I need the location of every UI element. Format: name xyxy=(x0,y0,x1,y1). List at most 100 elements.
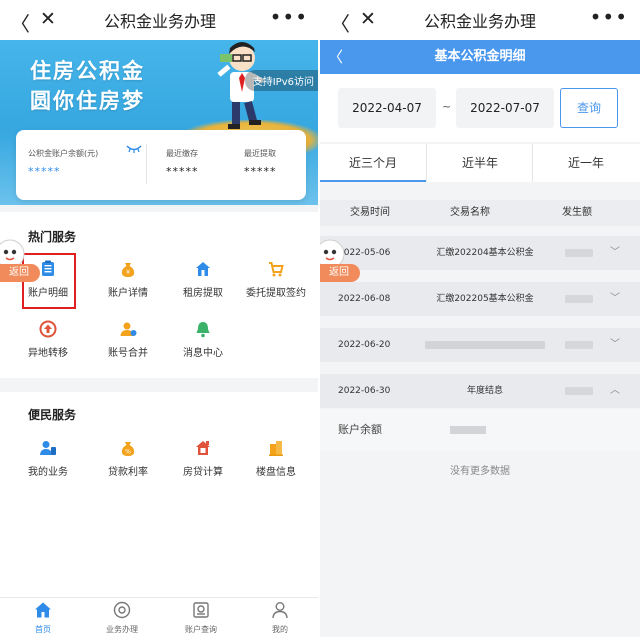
user-merge-icon xyxy=(120,322,137,336)
transfer-icon xyxy=(39,320,57,338)
convenience-title: 便民服务 xyxy=(28,408,77,422)
row-date: 2022-06-08 xyxy=(338,294,391,304)
row-date: 2022-06-20 xyxy=(338,340,391,350)
row-name-blurred xyxy=(415,328,555,362)
percent-bag-icon: % xyxy=(121,442,135,456)
tab-home[interactable]: 首页 xyxy=(3,601,83,635)
tab-label: 账户查询 xyxy=(185,625,217,634)
service-account-info[interactable]: ¥ 账户详情 xyxy=(88,260,168,299)
more-icon[interactable]: ••• xyxy=(270,5,308,29)
date-range-bar: 2022-04-07 ~ 2022-07-07 查询 xyxy=(320,74,640,142)
row-name: 汇缴202205基本公积金 xyxy=(436,294,534,304)
date-separator: ~ xyxy=(442,100,452,113)
service-mortgage-calc[interactable]: 房贷计算 xyxy=(163,439,243,478)
recent-deposit-label: 最近缴存 xyxy=(166,149,198,158)
service-label: 账号合并 xyxy=(108,348,148,359)
service-label: 楼盘信息 xyxy=(256,467,296,478)
tab-label: 业务办理 xyxy=(106,625,138,634)
end-date-input[interactable]: 2022-07-07 xyxy=(456,88,554,128)
profile-icon xyxy=(272,602,288,619)
close-icon[interactable]: ✕ xyxy=(40,8,56,30)
banner-line-2: 圆你住房梦 xyxy=(30,89,145,113)
tab-three-months[interactable]: 近三个月 xyxy=(320,144,426,182)
recent-withdraw-label: 最近提取 xyxy=(244,149,276,158)
row-name: 汇缴202204基本公积金 xyxy=(436,248,534,258)
service-property-info[interactable]: 楼盘信息 xyxy=(236,439,316,478)
range-tabs: 近三个月 近半年 近一年 xyxy=(320,144,640,182)
service-label: 贷款利率 xyxy=(108,467,148,478)
user-business-icon xyxy=(40,441,56,455)
chevron-down-icon[interactable]: ﹀ xyxy=(610,328,620,362)
nav-bar: 〈 ✕ 公积金业务办理 ••• xyxy=(0,0,320,40)
tab-one-year[interactable]: 近一年 xyxy=(533,144,639,182)
tab-profile[interactable]: 我的 xyxy=(240,601,320,635)
no-more-data: 没有更多数据 xyxy=(450,466,510,477)
table-header: 交易时间 交易名称 发生额 xyxy=(320,200,640,226)
col-date: 交易时间 xyxy=(350,207,390,218)
ipv6-badge[interactable]: 支持IPv6访问 xyxy=(244,70,320,91)
account-summary-card: 公积金账户余额(元) ***** 最近缴存 ***** 最近提取 ***** xyxy=(16,130,306,200)
service-entrust-sign[interactable]: 委托提取签约 xyxy=(236,260,316,299)
query-button[interactable]: 查询 xyxy=(560,88,618,128)
nav-bar: 〈 ✕ 公积金业务办理 ••• xyxy=(320,0,640,40)
float-back-button[interactable]: 返回 xyxy=(320,264,360,282)
close-icon[interactable]: ✕ xyxy=(360,8,376,30)
header-back-icon[interactable]: 〈 xyxy=(328,40,343,74)
balance-value: ***** xyxy=(28,165,61,178)
house-calc-icon xyxy=(196,441,210,455)
tab-half-year[interactable]: 近半年 xyxy=(427,144,533,182)
hot-services-title: 热门服务 xyxy=(28,230,77,244)
tab-services[interactable]: 业务办理 xyxy=(82,601,162,635)
detail-balance-blurred xyxy=(450,426,486,434)
row-detail: 账户余额 xyxy=(320,409,640,451)
start-date-input[interactable]: 2022-04-07 xyxy=(338,88,436,128)
chevron-down-icon[interactable]: ﹀ xyxy=(610,236,620,270)
service-label: 委托提取签约 xyxy=(246,288,306,299)
balance-label: 公积金账户余额(元) xyxy=(28,149,99,158)
home-icon xyxy=(35,602,51,618)
table-row[interactable]: 2022-06-08 汇缴202205基本公积金 ﹀ xyxy=(320,282,640,316)
account-query-icon xyxy=(193,602,209,618)
service-account-merge[interactable]: 账号合并 xyxy=(88,320,168,359)
banner-line-1: 住房公积金 xyxy=(30,59,145,83)
recent-withdraw-value: ***** xyxy=(244,165,277,178)
service-icon xyxy=(113,601,131,619)
right-screen: 〈 ✕ 公积金业务办理 ••• 〈 基本公积金明细 2022-04-07 ~ 2… xyxy=(320,0,640,637)
table-row[interactable]: 2022-06-30 年度结息 ︿ xyxy=(320,374,640,408)
svg-text:¥: ¥ xyxy=(126,269,130,276)
row-amount-blurred xyxy=(565,295,593,303)
recent-deposit-value: ***** xyxy=(166,165,199,178)
col-name: 交易名称 xyxy=(450,207,490,218)
back-icon[interactable]: 〈 xyxy=(10,8,30,37)
detail-title: 基本公积金明细 xyxy=(434,49,526,64)
table-row[interactable]: 2022-06-20 ﹀ xyxy=(320,328,640,362)
service-remote-transfer[interactable]: 异地转移 xyxy=(8,320,88,359)
service-my-business[interactable]: 我的业务 xyxy=(8,439,88,478)
detail-balance-label: 账户余额 xyxy=(338,423,382,436)
building-icon xyxy=(269,441,283,456)
svg-text:%: % xyxy=(125,449,131,456)
service-rent-withdraw[interactable]: 租房提取 xyxy=(163,260,243,299)
eye-toggle-icon[interactable] xyxy=(126,144,142,154)
money-bag-icon: ¥ xyxy=(121,263,135,277)
tab-label: 首页 xyxy=(35,625,51,634)
service-label: 账户详情 xyxy=(108,288,148,299)
tab-account-query[interactable]: 账户查询 xyxy=(161,601,241,635)
convenience-section: 便民服务 我的业务 % 贷款利率 房贷计算 楼盘信息 xyxy=(0,392,320,597)
row-date: 2022-06-30 xyxy=(338,386,391,396)
row-amount-blurred xyxy=(565,249,593,257)
more-icon[interactable]: ••• xyxy=(590,5,628,29)
table-row[interactable]: 2022-05-06 汇缴202204基本公积金 ﹀ xyxy=(320,236,640,270)
bell-icon xyxy=(196,322,210,338)
service-message-center[interactable]: 消息中心 xyxy=(163,320,243,359)
back-icon[interactable]: 〈 xyxy=(330,8,350,37)
service-loan-rate[interactable]: % 贷款利率 xyxy=(88,439,168,478)
chevron-up-icon[interactable]: ︿ xyxy=(610,374,620,408)
float-back-button[interactable]: 返回 xyxy=(0,264,40,282)
chevron-down-icon[interactable]: ﹀ xyxy=(610,282,620,316)
detail-header: 〈 基本公积金明细 xyxy=(320,40,640,74)
tab-label: 我的 xyxy=(272,625,288,634)
left-screen: 〈 ✕ 公积金业务办理 ••• 住房公积金 圆你住房梦 支持IPv6访问 公积金… xyxy=(0,0,320,637)
service-label: 房贷计算 xyxy=(183,467,223,478)
service-label: 异地转移 xyxy=(28,348,68,359)
